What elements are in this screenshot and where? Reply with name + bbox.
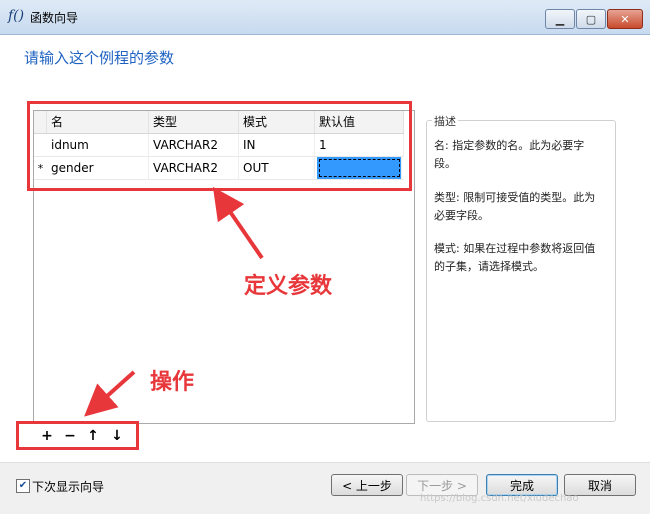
show-wizard-checkbox[interactable]: ✔ <box>16 479 30 493</box>
back-button[interactable]: < 上一步 <box>331 474 403 496</box>
annotation-arrows <box>84 186 264 417</box>
arrow-to-toolbar <box>84 370 136 417</box>
annotation-operations: 操作 <box>150 370 195 395</box>
annotation-define-params: 定义参数 <box>244 274 333 299</box>
show-wizard-label[interactable]: 下次显示向导 <box>32 478 104 495</box>
check-icon: ✔ <box>18 480 28 491</box>
watermark-text: https://blog.csdn.net/xiudechao <box>420 493 579 504</box>
arrow-to-params <box>212 186 264 260</box>
